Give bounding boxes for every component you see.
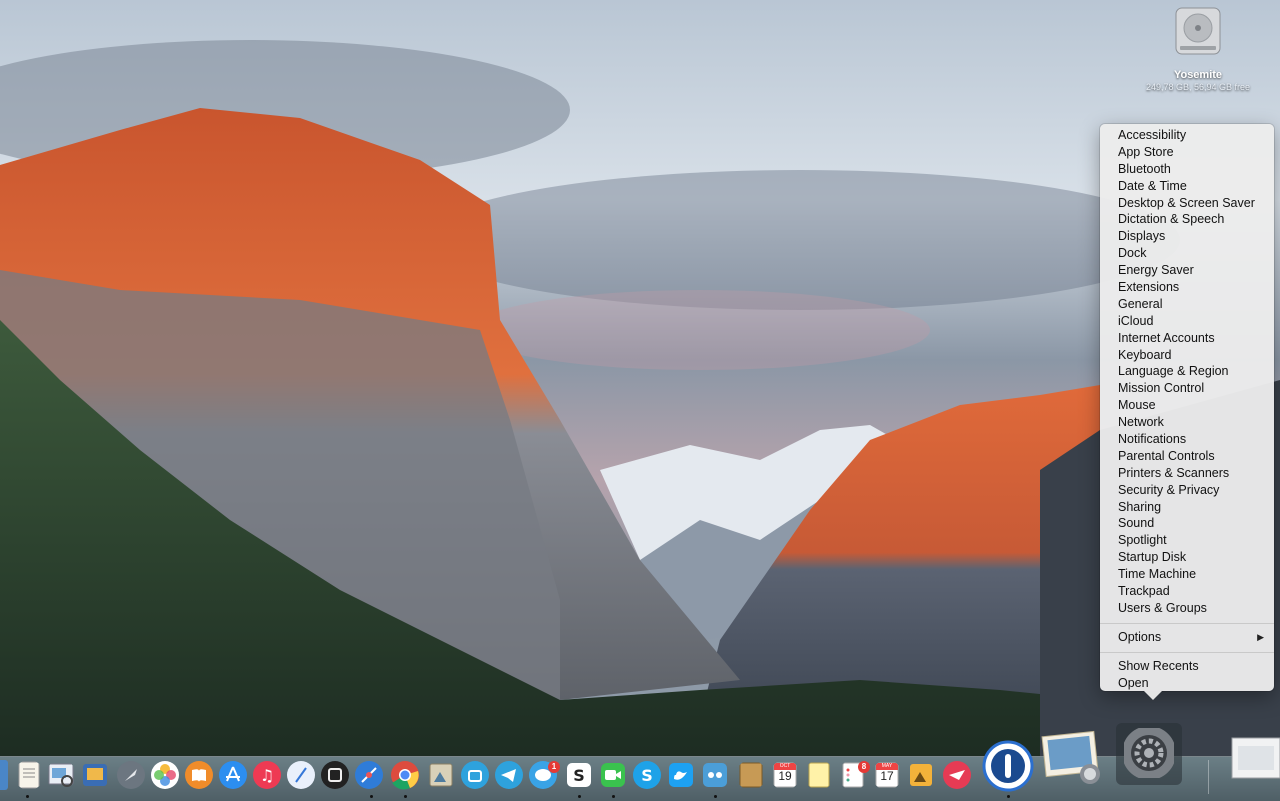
- running-indicator: [404, 795, 407, 798]
- dock-context-menu: Accessibility App Store Bluetooth Date &…: [1100, 124, 1274, 700]
- menu-item-app-store[interactable]: App Store: [1100, 144, 1274, 161]
- twitter-icon[interactable]: [666, 760, 696, 790]
- menu-item-notifications[interactable]: Notifications: [1100, 431, 1274, 448]
- iphoto-icon[interactable]: [1040, 728, 1104, 788]
- menu-item-show-recents[interactable]: Show Recents: [1100, 658, 1274, 675]
- menu-item-mouse[interactable]: Mouse: [1100, 397, 1274, 414]
- launchpad-icon[interactable]: [116, 760, 146, 790]
- telegram-icon[interactable]: [460, 760, 490, 790]
- menu-item-extensions[interactable]: Extensions: [1100, 279, 1274, 296]
- menu-item-parental-controls[interactable]: Parental Controls: [1100, 448, 1274, 465]
- menu-item-accessibility[interactable]: Accessibility: [1100, 127, 1274, 144]
- running-indicator: [1007, 795, 1010, 798]
- tweetbot-icon[interactable]: [700, 760, 730, 790]
- mission-control-icon[interactable]: [320, 760, 350, 790]
- safari-icon[interactable]: [286, 760, 316, 790]
- submenu-arrow-icon: ▶: [1257, 631, 1264, 642]
- running-indicator: [578, 795, 581, 798]
- menu-item-keyboard[interactable]: Keyboard: [1100, 347, 1274, 364]
- finder-icon[interactable]: [0, 760, 8, 790]
- image-icon[interactable]: [906, 760, 936, 790]
- textedit-icon[interactable]: [14, 760, 44, 790]
- calendar-small-day: 19: [778, 769, 792, 783]
- svg-text:S: S: [573, 766, 585, 785]
- menu-item-network[interactable]: Network: [1100, 414, 1274, 431]
- image-icon[interactable]: [426, 760, 456, 790]
- menu-item-security-privacy[interactable]: Security & Privacy: [1100, 482, 1274, 499]
- airmail-icon[interactable]: [942, 760, 972, 790]
- menu-item-sharing[interactable]: Sharing: [1100, 499, 1274, 516]
- menu-item-dictation-speech[interactable]: Dictation & Speech: [1100, 211, 1274, 228]
- running-indicator: [714, 795, 717, 798]
- preview-icon[interactable]: [46, 760, 76, 790]
- photos-icon[interactable]: [150, 760, 180, 790]
- photo-booth-icon[interactable]: [80, 760, 110, 790]
- slack-icon[interactable]: S: [564, 760, 594, 790]
- facetime-icon[interactable]: [598, 760, 628, 790]
- menu-item-spotlight[interactable]: Spotlight: [1100, 532, 1274, 549]
- menu-item-dock[interactable]: Dock: [1100, 245, 1274, 262]
- menu-item-bluetooth[interactable]: Bluetooth: [1100, 161, 1274, 178]
- menu-item-energy-saver[interactable]: Energy Saver: [1100, 262, 1274, 279]
- menu-item-desktop-screen-saver[interactable]: Desktop & Screen Saver: [1100, 195, 1274, 212]
- menu-item-startup-disk[interactable]: Startup Disk: [1100, 549, 1274, 566]
- menu-separator: [1100, 651, 1274, 653]
- menu-item-displays[interactable]: Displays: [1100, 228, 1274, 245]
- menu-item-general[interactable]: General: [1100, 296, 1274, 313]
- svg-text:♫: ♫: [260, 766, 274, 785]
- 1password-icon[interactable]: [982, 740, 1034, 792]
- menu-item-time-machine[interactable]: Time Machine: [1100, 566, 1274, 583]
- running-indicator: [370, 795, 373, 798]
- dock-divider: [1208, 760, 1209, 794]
- menu-item-icloud[interactable]: iCloud: [1100, 313, 1274, 330]
- menu-item-users-groups[interactable]: Users & Groups: [1100, 600, 1274, 617]
- desktop-drive[interactable]: Yosemite 249,78 GB, 56,94 GB free: [1136, 6, 1260, 92]
- running-indicator: [26, 795, 29, 798]
- hard-drive-icon: [1175, 7, 1221, 55]
- menu-item-mission-control[interactable]: Mission Control: [1100, 380, 1274, 397]
- menu-separator: [1100, 622, 1274, 624]
- calendar-day: 17: [880, 769, 894, 783]
- drive-info: 249,78 GB, 56,94 GB free: [1145, 82, 1251, 92]
- reminders-badge: 8: [858, 761, 870, 773]
- menu-item-options-label: Options: [1118, 629, 1162, 644]
- system-preferences-icon[interactable]: [1122, 726, 1176, 780]
- ibooks-icon[interactable]: [184, 760, 214, 790]
- skype-icon[interactable]: S: [632, 760, 662, 790]
- menu-item-open[interactable]: Open: [1100, 675, 1274, 692]
- menu-item-sound[interactable]: Sound: [1100, 515, 1274, 532]
- chrome-icon[interactable]: [390, 760, 420, 790]
- notefile-icon[interactable]: [736, 760, 766, 790]
- menu-item-options[interactable]: Options ▶: [1100, 629, 1274, 646]
- app-store-icon[interactable]: [218, 760, 248, 790]
- telegram-icon[interactable]: [494, 760, 524, 790]
- running-indicator: [612, 795, 615, 798]
- desktop-wallpaper: [0, 0, 1280, 800]
- svg-text:S: S: [641, 766, 653, 785]
- drive-name: Yosemite: [1173, 69, 1223, 81]
- messages-badge: 1: [548, 761, 560, 773]
- menu-item-printers-scanners[interactable]: Printers & Scanners: [1100, 465, 1274, 482]
- trash-icon[interactable]: [1228, 730, 1280, 782]
- notes-icon[interactable]: [804, 760, 834, 790]
- sketch-icon[interactable]: [354, 760, 384, 790]
- menu-item-date-time[interactable]: Date & Time: [1100, 178, 1274, 195]
- itunes-icon[interactable]: ♫: [252, 760, 282, 790]
- menu-item-trackpad[interactable]: Trackpad: [1100, 583, 1274, 600]
- menu-item-language-region[interactable]: Language & Region: [1100, 363, 1274, 380]
- menu-item-internet-accounts[interactable]: Internet Accounts: [1100, 330, 1274, 347]
